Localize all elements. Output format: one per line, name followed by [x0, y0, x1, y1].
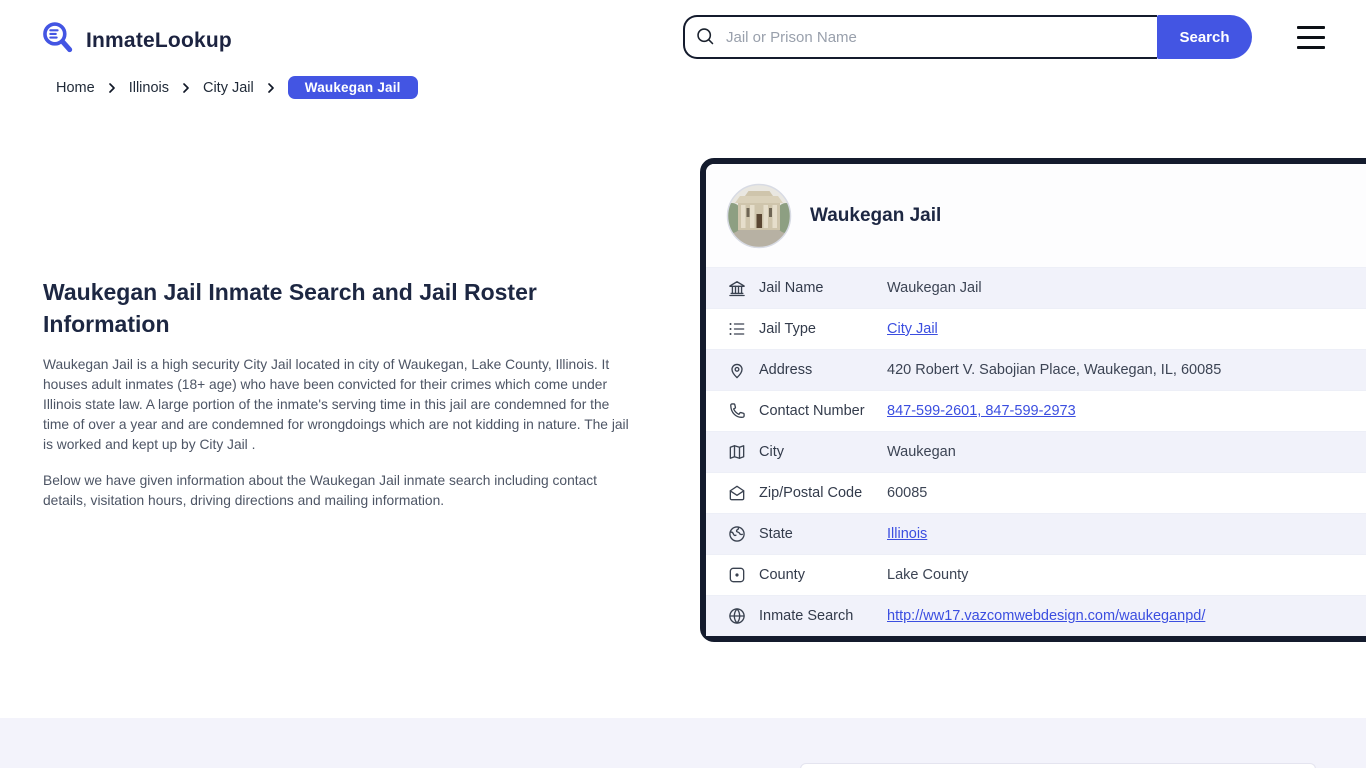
globe-icon [727, 524, 747, 544]
chevron-right-icon [265, 82, 277, 94]
chevron-right-icon [106, 82, 118, 94]
row-value[interactable]: Illinois [887, 526, 927, 542]
page-title: Waukegan Jail Inmate Search and Jail Ros… [43, 276, 583, 340]
breadcrumb: Home Illinois City Jail Waukegan Jail [56, 76, 418, 99]
breadcrumb-current-badge: Waukegan Jail [288, 76, 418, 99]
chevron-right-icon [180, 82, 192, 94]
row-label: Jail Name [759, 280, 887, 296]
row-label: Address [759, 362, 887, 378]
jail-photo-thumbnail [726, 183, 792, 249]
map-pin-icon [727, 360, 747, 380]
mail-icon [727, 483, 747, 503]
jail-card-header: Waukegan Jail [706, 164, 1366, 267]
table-row: City Waukegan [706, 431, 1366, 472]
footer-section [0, 718, 1366, 768]
row-label: State [759, 526, 887, 542]
row-value[interactable]: 847-599-2601, 847-599-2973 [887, 403, 1076, 419]
map-icon [727, 442, 747, 462]
row-label: Inmate Search [759, 608, 887, 624]
web-icon [727, 606, 747, 626]
table-row: Address 420 Robert V. Sabojian Place, Wa… [706, 349, 1366, 390]
table-row: Jail Type City Jail [706, 308, 1366, 349]
table-row: State Illinois [706, 513, 1366, 554]
footer-card-edge [800, 763, 1316, 768]
row-label: City [759, 444, 887, 460]
breadcrumb-home-link[interactable]: Home [56, 80, 95, 96]
row-value: Waukegan Jail [887, 280, 982, 296]
row-value: Lake County [887, 567, 968, 583]
search-button[interactable]: Search [1157, 15, 1252, 59]
secondary-paragraph: Below we have given information about th… [43, 471, 639, 511]
table-row: Contact Number 847-599-2601, 847-599-297… [706, 390, 1366, 431]
breadcrumb-city-jail-link[interactable]: City Jail [203, 80, 254, 96]
county-map-icon [727, 565, 747, 585]
jail-info-card: Waukegan Jail Jail Name Waukegan Jail Ja… [700, 158, 1366, 642]
hamburger-menu-icon[interactable] [1297, 26, 1325, 49]
search-input[interactable] [683, 15, 1157, 59]
breadcrumb-illinois-link[interactable]: Illinois [129, 80, 169, 96]
jail-info-table: Jail Name Waukegan Jail Jail Type City J… [706, 267, 1366, 636]
row-label: Contact Number [759, 403, 887, 419]
table-row: Jail Name Waukegan Jail [706, 267, 1366, 308]
row-value: 420 Robert V. Sabojian Place, Waukegan, … [887, 362, 1221, 378]
table-row: Zip/Postal Code 60085 [706, 472, 1366, 513]
table-row: County Lake County [706, 554, 1366, 595]
row-label: Zip/Postal Code [759, 485, 887, 501]
logo-text: InmateLookup [86, 29, 232, 53]
site-logo[interactable]: InmateLookup [40, 20, 232, 61]
list-icon [727, 319, 747, 339]
bank-icon [727, 278, 747, 298]
phone-icon [727, 401, 747, 421]
magnifier-logo-icon [40, 20, 76, 61]
row-label: Jail Type [759, 321, 887, 337]
row-value: 60085 [887, 485, 927, 501]
row-label: County [759, 567, 887, 583]
jail-card-title: Waukegan Jail [810, 205, 941, 227]
row-value: Waukegan [887, 444, 956, 460]
table-row: Inmate Search http://ww17.vazcomwebdesig… [706, 595, 1366, 636]
intro-paragraph: Waukegan Jail is a high security City Ja… [43, 355, 639, 455]
jail-search-bar: Search [683, 15, 1252, 59]
row-value[interactable]: http://ww17.vazcomwebdesign.com/waukegan… [887, 608, 1205, 624]
row-value[interactable]: City Jail [887, 321, 938, 337]
